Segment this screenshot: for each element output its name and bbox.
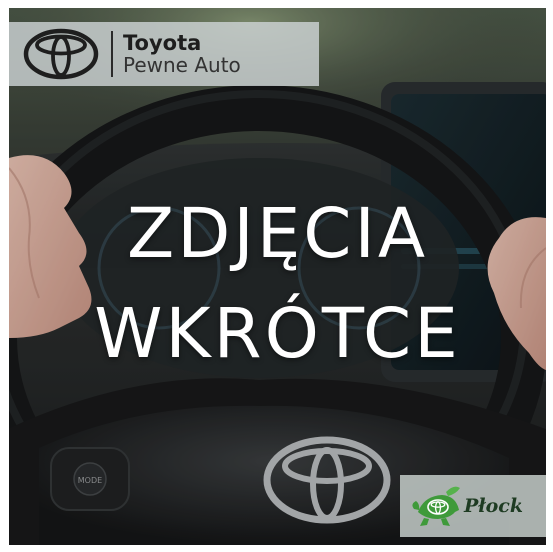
dealer-badge: Płock (400, 475, 546, 537)
dealer-name: Płock (464, 495, 524, 517)
brand-badge: Toyota Pewne Auto (9, 22, 319, 86)
turtle-emblem-icon (412, 486, 460, 526)
placeholder-image: MODE Toyota Pewne Auto ZDJĘCIA WKRÓTCE P… (9, 8, 546, 545)
brand-subtitle: Pewne Auto (123, 52, 241, 77)
brand-text: Toyota Pewne Auto (123, 32, 241, 76)
brand-name: Toyota (123, 30, 202, 55)
headline-line-1: ZDJĘCIA (126, 194, 429, 274)
headline-line-2: WKRÓTCE (94, 294, 461, 374)
car-interior-background: MODE (9, 8, 546, 545)
toyota-logo-icon (23, 28, 99, 80)
brand-divider (111, 31, 113, 77)
